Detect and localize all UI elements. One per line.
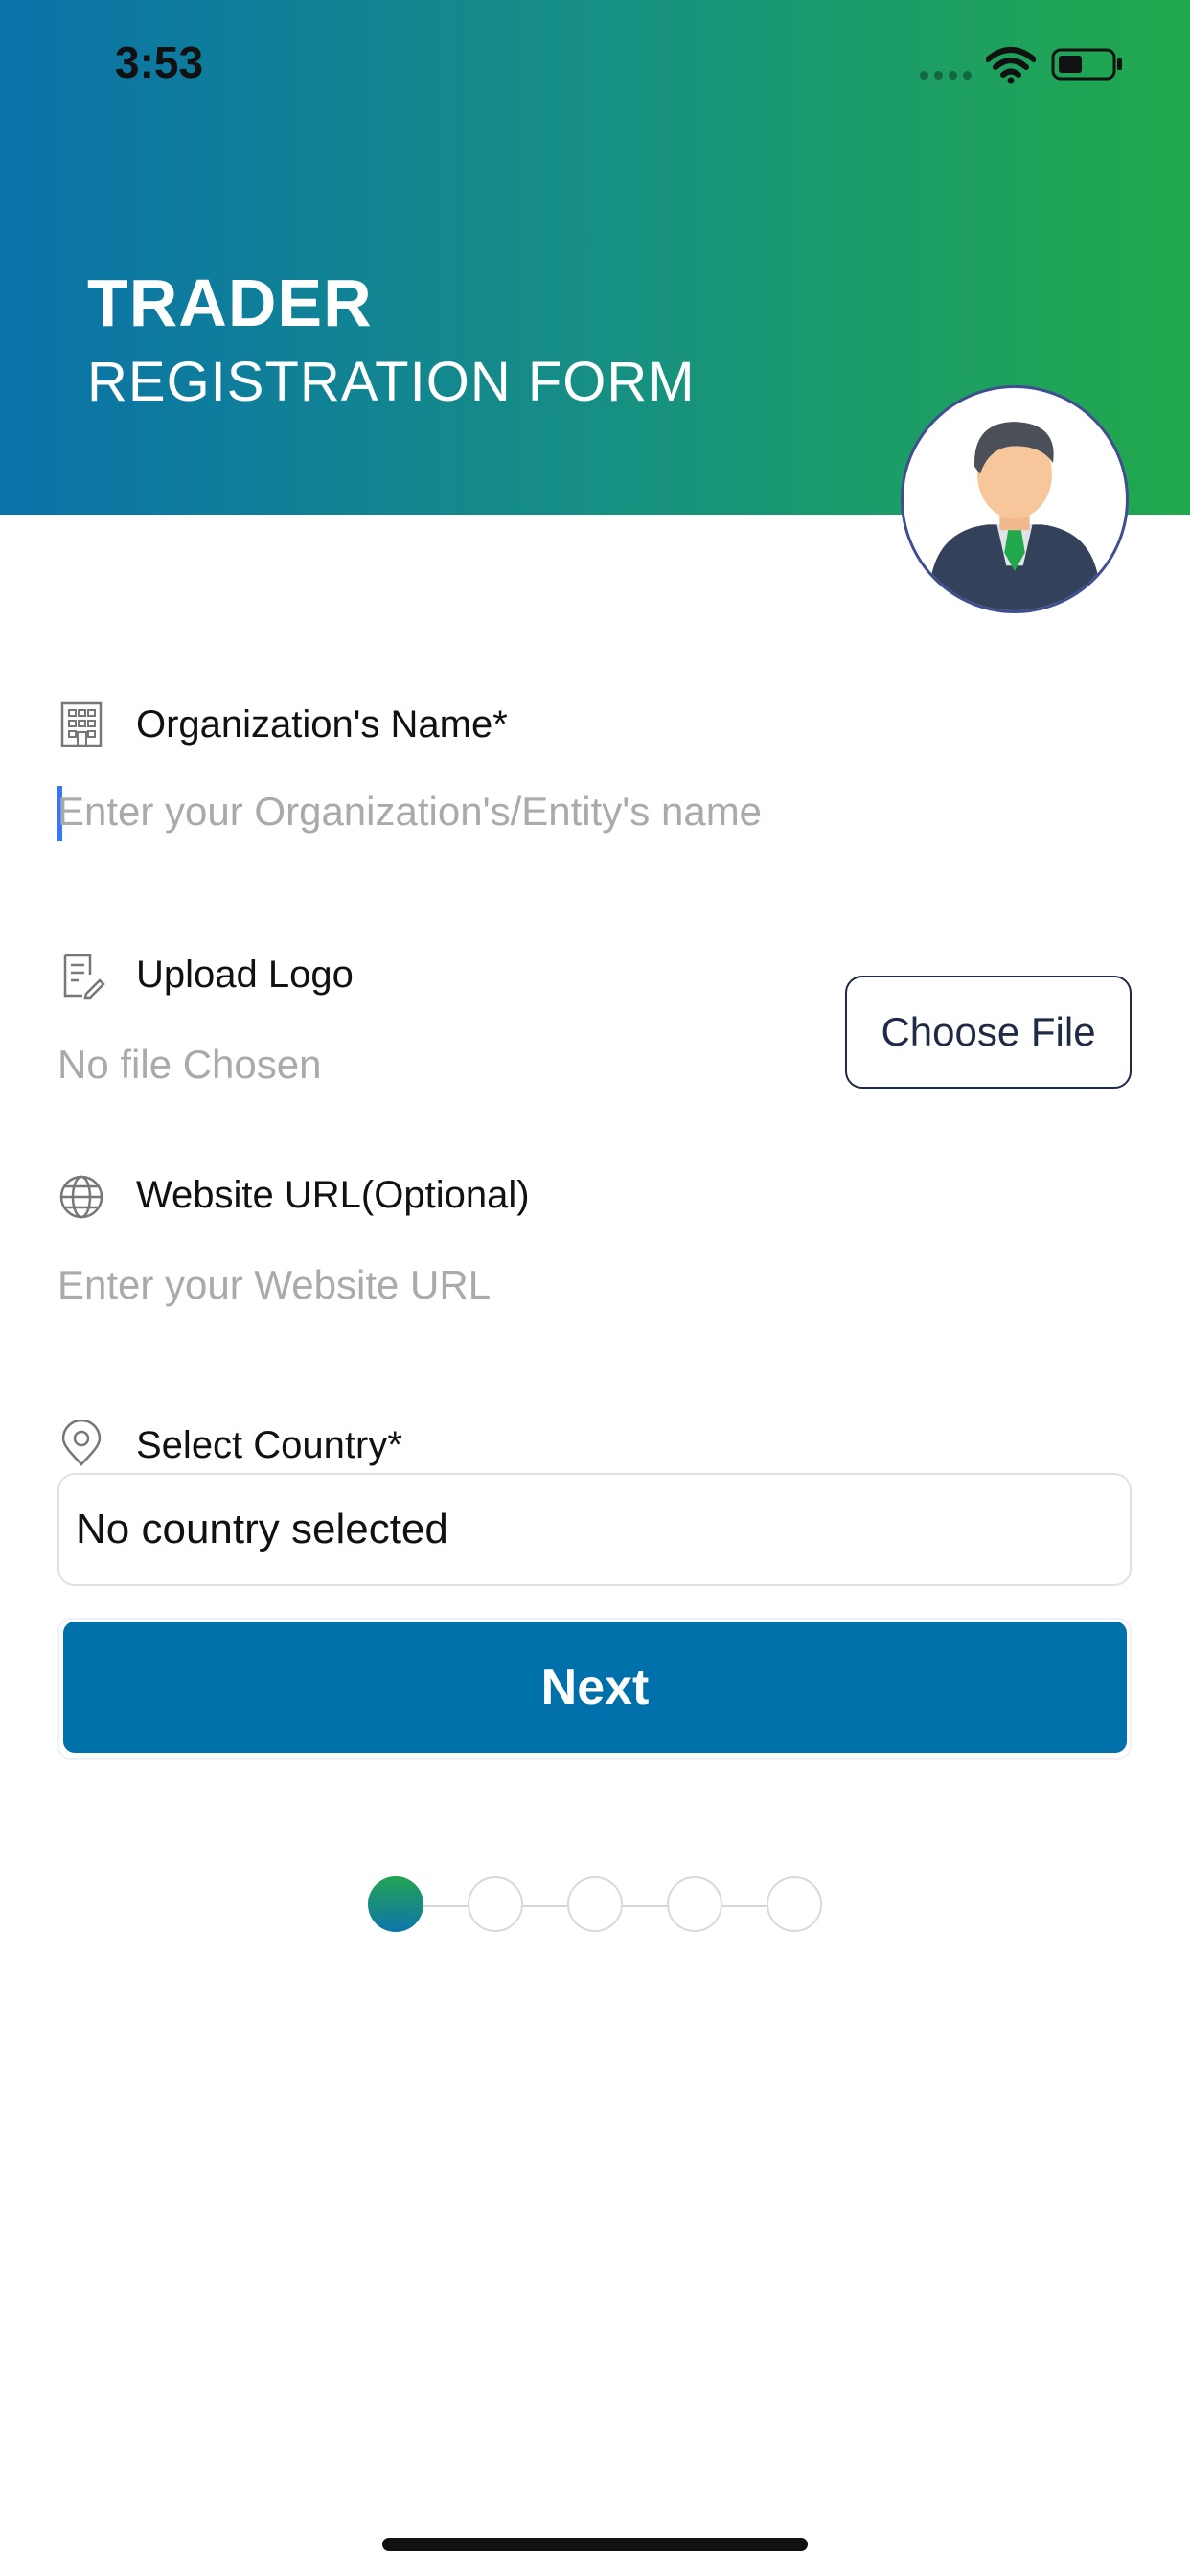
page-title: TRADER xyxy=(87,265,373,340)
progress-stepper xyxy=(368,1876,824,1934)
step-connector xyxy=(623,1905,667,1907)
page-subtitle: REGISTRATION FORM xyxy=(87,351,696,413)
select-country-label: Select Country* xyxy=(136,1424,402,1466)
businessman-avatar-icon xyxy=(931,422,1098,610)
file-status-text: No file Chosen xyxy=(57,1042,322,1087)
organization-name-input[interactable]: Enter your Organization's/Entity's name xyxy=(57,789,762,835)
step-connector xyxy=(523,1905,567,1907)
cellular-dots-icon xyxy=(920,71,972,80)
step-indicator-2 xyxy=(468,1876,523,1932)
document-edit-icon xyxy=(63,954,105,1000)
website-url-input[interactable]: Enter your Website URL xyxy=(57,1262,491,1308)
profile-avatar[interactable] xyxy=(901,385,1129,613)
step-indicator-3 xyxy=(567,1876,623,1932)
step-indicator-4 xyxy=(667,1876,722,1932)
building-icon xyxy=(60,702,103,748)
globe-icon xyxy=(59,1175,103,1219)
step-connector xyxy=(722,1905,767,1907)
step-indicator-5 xyxy=(767,1876,822,1932)
location-pin-icon xyxy=(61,1420,102,1466)
wifi-icon xyxy=(986,47,1036,84)
status-time: 3:53 xyxy=(115,37,204,87)
home-indicator[interactable] xyxy=(382,2538,808,2551)
upload-logo-label: Upload Logo xyxy=(136,954,354,996)
battery-icon xyxy=(1051,48,1122,80)
choose-file-button[interactable]: Choose File xyxy=(845,976,1132,1089)
next-button[interactable]: Next xyxy=(63,1622,1127,1753)
step-connector xyxy=(423,1905,468,1907)
organization-name-label: Organization's Name* xyxy=(136,703,508,746)
website-url-label: Website URL(Optional) xyxy=(136,1174,530,1216)
step-indicator-1 xyxy=(368,1876,423,1932)
country-select[interactable]: No country selected xyxy=(57,1473,1132,1586)
